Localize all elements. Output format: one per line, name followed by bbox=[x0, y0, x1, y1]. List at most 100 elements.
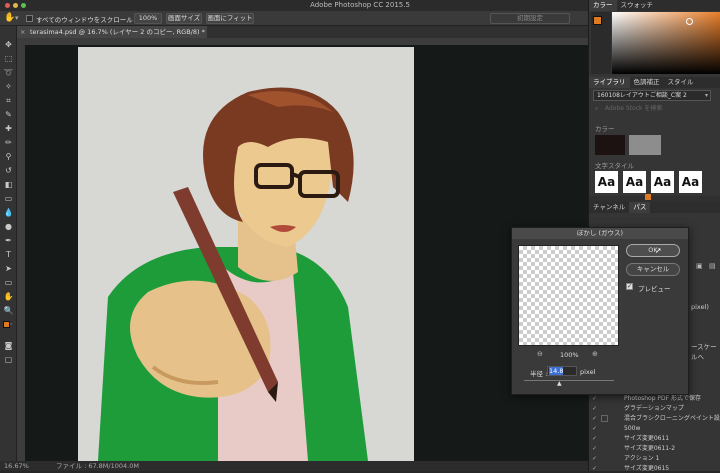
ok-button[interactable]: OK bbox=[626, 244, 680, 257]
text-style-2[interactable]: Aa bbox=[623, 171, 646, 193]
list-item[interactable]: ✓ サイズ変更0611-2 bbox=[589, 444, 720, 453]
search-icon: ⌕ bbox=[595, 105, 599, 112]
tab-channels[interactable]: チャンネル bbox=[589, 203, 629, 211]
radius-slider-thumb[interactable]: ▲ bbox=[557, 380, 562, 387]
minimize-window-button[interactable] bbox=[13, 3, 18, 8]
panel-foreground-swatch[interactable] bbox=[593, 16, 602, 25]
list-item[interactable]: ✓ 500w bbox=[589, 424, 720, 433]
lasso-tool-icon[interactable]: ➰ bbox=[3, 68, 14, 78]
maximize-window-button[interactable] bbox=[21, 3, 26, 8]
tools-panel: ✥ ⬚ ➰ ✧ ⌗ ✎ ✚ ✏ ⚲ ↺ ◧ ▭ 💧 ● ✒ T ➤ ▭ ✋ 🔍 … bbox=[0, 26, 17, 461]
check-icon[interactable]: ✓ bbox=[592, 464, 597, 473]
marquee-tool-icon[interactable]: ⬚ bbox=[3, 54, 14, 64]
color-picker-field[interactable] bbox=[612, 12, 720, 74]
cancel-button[interactable]: キャンセル bbox=[626, 263, 680, 276]
radius-label: 半径 : bbox=[530, 370, 548, 378]
check-icon[interactable]: ✓ bbox=[592, 444, 597, 453]
tab-color[interactable]: カラー bbox=[589, 0, 617, 11]
partial-label-grayscale: ースケールへ bbox=[691, 343, 717, 361]
shape-tool-icon[interactable]: ▭ bbox=[3, 278, 14, 288]
library-select-value: 160108レイアウトご相談_C案 2 bbox=[597, 92, 687, 99]
check-icon[interactable]: ✓ bbox=[592, 404, 597, 413]
preview-checkbox[interactable]: ✓ bbox=[626, 283, 633, 290]
preview-label: プレビュー bbox=[638, 285, 671, 293]
text-style-3[interactable]: Aa bbox=[651, 171, 674, 193]
close-window-button[interactable] bbox=[5, 3, 10, 8]
zoom-100-button[interactable]: 100% bbox=[134, 13, 162, 24]
foreground-color-swatch[interactable] bbox=[3, 321, 10, 328]
workspace-select[interactable]: 初期設定 bbox=[490, 13, 570, 24]
tab-adjustments[interactable]: 色調補正 bbox=[630, 78, 664, 86]
radius-slider-track[interactable] bbox=[524, 380, 614, 381]
library-select[interactable]: 160108レイアウトご相談_C案 2 ▾ bbox=[593, 90, 711, 101]
list-item[interactable]: ✓ Photoshop PDF 形式で保存 bbox=[589, 394, 720, 403]
zoom-in-icon[interactable]: ⊕ bbox=[592, 350, 598, 358]
eyedropper-tool-icon[interactable]: ✎ bbox=[3, 110, 14, 120]
scroll-all-checkbox[interactable] bbox=[26, 15, 33, 22]
document-tab[interactable]: × terasima4.psd @ 16.7% (レイヤー 2 のコピー, RG… bbox=[17, 26, 207, 38]
tool-preset-chevron-icon[interactable]: ▾ bbox=[15, 14, 19, 22]
check-icon[interactable]: ✓ bbox=[592, 394, 597, 403]
type-tool-icon[interactable]: T bbox=[3, 250, 14, 260]
list-item[interactable]: ✓ アクション 1 bbox=[589, 454, 720, 463]
dialog-title: ぼかし (ガウス) bbox=[512, 228, 688, 239]
stock-search-input[interactable]: ⌕ Adobe Stock を検索 bbox=[593, 104, 711, 114]
blur-tool-icon[interactable]: 💧 bbox=[3, 208, 14, 218]
hand-tool-button-icon[interactable]: ✋ bbox=[3, 292, 14, 302]
radius-unit: pixel bbox=[580, 368, 596, 376]
close-tab-icon[interactable]: × bbox=[20, 26, 25, 38]
check-icon[interactable]: ✓ bbox=[592, 434, 597, 443]
blur-preview-area[interactable] bbox=[518, 245, 619, 346]
color-panel-tabs: カラー スウォッチ bbox=[589, 0, 720, 11]
check-icon[interactable]: ✓ bbox=[592, 454, 597, 463]
list-item[interactable]: ✓ 混合ブラシクローニングペイント設定 bbox=[589, 414, 720, 423]
file-size-info[interactable]: ファイル : 67.8M/1004.0M bbox=[56, 461, 139, 471]
text-style-4[interactable]: Aa bbox=[679, 171, 702, 193]
list-item[interactable]: ✓ サイズ変更0615 bbox=[589, 464, 720, 473]
tab-swatches[interactable]: スウォッチ bbox=[617, 1, 658, 9]
path-selection-tool-icon[interactable]: ➤ bbox=[3, 264, 14, 274]
move-tool-icon[interactable]: ✥ bbox=[3, 40, 14, 50]
document-tab-title: terasima4.psd @ 16.7% (レイヤー 2 のコピー, RGB/… bbox=[30, 28, 205, 36]
zoom-out-icon[interactable]: ⊖ bbox=[537, 350, 543, 358]
fill-screen-button[interactable]: 画面にフィット bbox=[206, 13, 254, 24]
clone-stamp-tool-icon[interactable]: ⚲ bbox=[3, 152, 14, 162]
radius-input[interactable]: 14.8 bbox=[547, 366, 577, 376]
list-item[interactable]: ✓ サイズ変更0611 bbox=[589, 434, 720, 443]
tab-styles[interactable]: スタイル bbox=[664, 78, 698, 86]
mouse-cursor-icon: ➚ bbox=[655, 246, 662, 255]
library-color-gray[interactable] bbox=[629, 135, 661, 155]
screen-mode-icon[interactable]: ▢ bbox=[3, 355, 14, 365]
list-item-label: グラデーションマップ bbox=[624, 405, 684, 412]
new-layer-icon[interactable]: ▣ bbox=[696, 262, 703, 270]
pen-tool-icon[interactable]: ✒ bbox=[3, 236, 14, 246]
color-picker-cursor[interactable] bbox=[686, 18, 693, 25]
gradient-tool-icon[interactable]: ▭ bbox=[3, 194, 14, 204]
tab-libraries[interactable]: ライブラリ bbox=[589, 77, 630, 88]
check-icon[interactable]: ✓ bbox=[592, 424, 597, 433]
zoom-level[interactable]: 16.67% bbox=[4, 461, 29, 471]
gaussian-blur-dialog: ぼかし (ガウス) OK ➚ キャンセル ✓ プレビュー ⊖ 100% ⊕ 半径… bbox=[511, 227, 689, 395]
crop-tool-icon[interactable]: ⌗ bbox=[3, 96, 14, 106]
eraser-tool-icon[interactable]: ◧ bbox=[3, 180, 14, 190]
library-add-icon[interactable] bbox=[645, 194, 651, 200]
document-canvas[interactable] bbox=[78, 47, 414, 461]
check-icon[interactable]: ✓ bbox=[592, 414, 597, 423]
dialog-toggle-box[interactable] bbox=[601, 415, 608, 422]
delete-icon[interactable]: ▤ bbox=[709, 262, 716, 270]
brush-tool-icon[interactable]: ✏ bbox=[3, 138, 14, 148]
text-style-1[interactable]: Aa bbox=[595, 171, 618, 193]
history-brush-tool-icon[interactable]: ↺ bbox=[3, 166, 14, 176]
tab-paths[interactable]: パス bbox=[629, 202, 651, 213]
dodge-tool-icon[interactable]: ● bbox=[3, 222, 14, 232]
magic-wand-tool-icon[interactable]: ✧ bbox=[3, 82, 14, 92]
healing-brush-tool-icon[interactable]: ✚ bbox=[3, 124, 14, 134]
list-item-label: 混合ブラシクローニングペイント設定 bbox=[624, 415, 720, 422]
list-item-label: 500w bbox=[624, 425, 641, 432]
zoom-tool-icon[interactable]: 🔍 bbox=[3, 306, 14, 316]
library-color-dark[interactable] bbox=[595, 135, 625, 155]
quick-mask-icon[interactable]: ◙ bbox=[3, 341, 14, 351]
list-item[interactable]: ✓ グラデーションマップ bbox=[589, 404, 720, 413]
fit-screen-button[interactable]: 画面サイズ bbox=[166, 13, 202, 24]
library-panel-tabs: ライブラリ 色調補正 スタイル bbox=[589, 77, 720, 88]
